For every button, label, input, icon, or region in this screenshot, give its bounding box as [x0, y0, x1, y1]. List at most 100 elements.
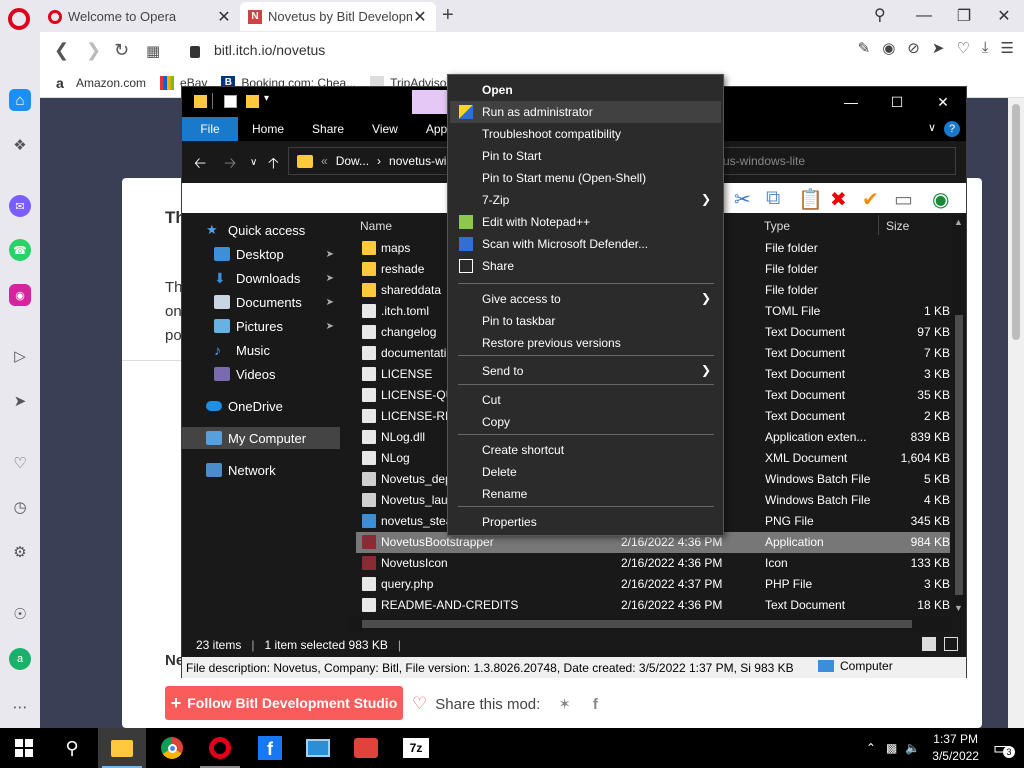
taskbar-7zip[interactable]: 7z: [392, 728, 440, 768]
nav-item-music[interactable]: ♪ Music: [182, 339, 340, 361]
tab-share[interactable]: Share: [298, 117, 358, 141]
file-row[interactable]: query.php 2/16/2022 4:37 PM PHP File 3 KB: [356, 574, 950, 595]
tab-search-icon[interactable]: ⚲: [874, 5, 886, 25]
menu-item-properties[interactable]: Properties: [450, 511, 721, 533]
path-segment[interactable]: novetus-win: [389, 154, 453, 168]
menu-item-delete[interactable]: Delete: [450, 461, 721, 483]
extension-icon[interactable]: a: [9, 648, 31, 670]
taskbar-chrome[interactable]: [148, 728, 196, 768]
nav-item-quick-access[interactable]: ★ Quick access: [182, 219, 340, 241]
block-icon[interactable]: ⊘: [907, 39, 920, 57]
menu-item-troubleshoot-compatibility[interactable]: Troubleshoot compatibility: [450, 123, 721, 145]
network-icon[interactable]: ▩: [886, 741, 897, 755]
search-box[interactable]: us-windows-lite: [716, 147, 956, 175]
tab-welcome[interactable]: Welcome to Opera ✕: [40, 2, 240, 31]
nav-item-desktop[interactable]: Desktop ➤: [182, 243, 340, 265]
pinboard-icon[interactable]: ❖: [9, 134, 31, 156]
menu-item-give-access-to[interactable]: Give access to ❯: [450, 288, 721, 310]
column-header-size[interactable]: Size: [886, 219, 909, 233]
menu-item-scan-with-microsoft-defender[interactable]: Scan with Microsoft Defender...: [450, 233, 721, 255]
minimize-icon[interactable]: —: [828, 87, 874, 117]
new-folder-icon[interactable]: [246, 95, 259, 108]
menu-item-7-zip[interactable]: 7-Zip ❯: [450, 189, 721, 211]
path-overflow[interactable]: «: [321, 154, 328, 168]
whatsapp-icon[interactable]: ☎: [9, 239, 31, 261]
tab-home[interactable]: Home: [238, 117, 298, 141]
bookmark-amazon[interactable]: a Amazon.com: [56, 76, 146, 90]
history-icon[interactable]: ◷: [9, 496, 31, 518]
taskbar-facebook[interactable]: f: [246, 728, 294, 768]
send-icon[interactable]: ➤: [9, 390, 31, 412]
messenger-icon[interactable]: ✉: [9, 195, 31, 217]
heart-icon[interactable]: ♡: [956, 39, 969, 57]
notifications-button[interactable]: ▭ 3: [993, 738, 1015, 759]
page-scroll-thumb[interactable]: [1012, 104, 1020, 340]
menu-item-send-to[interactable]: Send to ❯: [450, 360, 721, 382]
cut-icon[interactable]: ✂: [734, 187, 751, 212]
facebook-icon[interactable]: f: [593, 696, 598, 713]
menu-item-create-shortcut[interactable]: Create shortcut: [450, 439, 721, 461]
check-icon[interactable]: ✔: [862, 187, 879, 212]
twitter-icon[interactable]: ✶: [558, 695, 571, 713]
start-button[interactable]: [0, 728, 48, 768]
menu-item-run-as-administrator[interactable]: Run as administrator: [450, 101, 721, 123]
tab-novetus[interactable]: N Novetus by Bitl Developme ✕: [240, 2, 436, 31]
menu-item-share[interactable]: Share: [450, 255, 721, 277]
large-icons-view-icon[interactable]: [944, 637, 958, 651]
scroll-down-icon[interactable]: ▼: [954, 603, 963, 613]
send-icon[interactable]: ➤: [932, 39, 945, 57]
file-row[interactable]: NovetusIcon 2/16/2022 4:36 PM Icon 133 KB: [356, 553, 950, 574]
customize-qa-icon[interactable]: ▾: [264, 93, 269, 104]
paste-icon[interactable]: 📋: [798, 187, 823, 212]
nav-item-downloads[interactable]: ⬇ Downloads ➤: [182, 267, 340, 289]
delete-icon[interactable]: ✖: [830, 187, 847, 212]
instagram-icon[interactable]: ◉: [9, 284, 31, 306]
more-icon[interactable]: ⋯: [9, 696, 31, 718]
menu-item-pin-to-taskbar[interactable]: Pin to taskbar: [450, 310, 721, 332]
maximize-icon[interactable]: ☐: [874, 87, 920, 117]
taskbar-opera[interactable]: [196, 728, 244, 768]
copy-icon[interactable]: ⧉: [766, 187, 780, 210]
details-view-icon[interactable]: [922, 637, 936, 651]
back-icon[interactable]: ❮: [54, 40, 69, 61]
tab-file[interactable]: File: [182, 117, 238, 141]
file-row[interactable]: README-AND-CREDITS 2/16/2022 4:36 PM Text …: [356, 595, 950, 616]
camera-icon[interactable]: ◉: [882, 39, 895, 57]
new-tab-button[interactable]: +: [442, 4, 454, 27]
speed-dial-icon[interactable]: ▦: [146, 42, 160, 60]
volume-icon[interactable]: 🔈: [905, 741, 920, 755]
search-button[interactable]: ⚲: [48, 728, 96, 768]
recent-locations-icon[interactable]: ∨: [250, 157, 257, 168]
globe-icon[interactable]: ◉: [932, 187, 949, 212]
follow-button[interactable]: + Follow Bitl Development Studio: [165, 686, 403, 720]
download-icon[interactable]: ⤓: [982, 39, 989, 57]
forward-icon[interactable]: ❯: [86, 40, 101, 61]
clock[interactable]: 1:37 PM 3/5/2022: [932, 731, 979, 765]
nav-item-my-computer[interactable]: My Computer: [182, 427, 340, 449]
tray-overflow-icon[interactable]: ⌃: [866, 741, 876, 755]
rename-icon[interactable]: ▭: [894, 187, 913, 212]
taskbar-app-games[interactable]: [342, 728, 390, 768]
nav-item-pictures[interactable]: Pictures ➤: [182, 315, 340, 337]
nav-item-videos[interactable]: Videos: [182, 363, 340, 385]
menu-item-pin-to-start[interactable]: Pin to Start: [450, 145, 721, 167]
menu-item-pin-to-start-menu-open-shell[interactable]: Pin to Start menu (Open-Shell): [450, 167, 721, 189]
tab-view[interactable]: View: [358, 117, 412, 141]
menu-item-copy[interactable]: Copy: [450, 411, 721, 433]
tab-close-icon[interactable]: ✕: [412, 7, 428, 27]
menu-item-edit-with-notepad[interactable]: Edit with Notepad++: [450, 211, 721, 233]
taskbar-app-monitor[interactable]: [294, 728, 342, 768]
properties-icon[interactable]: [224, 95, 237, 108]
close-icon[interactable]: ✕: [920, 87, 966, 117]
taskbar-file-explorer[interactable]: [98, 728, 146, 768]
settings-icon[interactable]: ⚙: [9, 541, 31, 563]
nav-item-documents[interactable]: Documents ➤: [182, 291, 340, 313]
column-header-name[interactable]: Name: [360, 219, 392, 233]
menu-icon[interactable]: ☰: [1001, 39, 1014, 57]
scroll-up-icon[interactable]: ▲: [954, 217, 963, 227]
menu-item-cut[interactable]: Cut: [450, 389, 721, 411]
opera-logo-icon[interactable]: [8, 8, 30, 30]
column-header-type[interactable]: Type: [764, 219, 790, 233]
nav-item-onedrive[interactable]: OneDrive: [182, 395, 340, 417]
vertical-scroll-thumb[interactable]: [955, 315, 963, 595]
